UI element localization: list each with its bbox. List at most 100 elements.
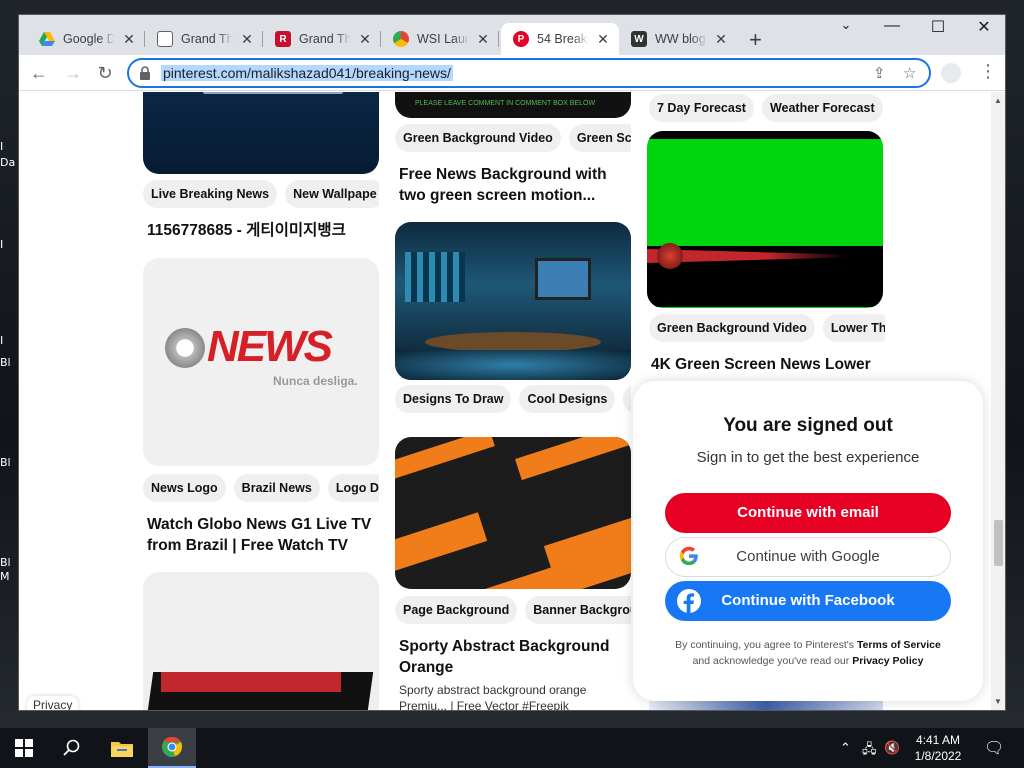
desktop-icon-label[interactable]: Bl	[0, 456, 18, 469]
desktop-icon-label[interactable]: I	[0, 140, 18, 153]
tag-chip[interactable]: 7 Day Forecast	[649, 94, 754, 122]
close-button[interactable]: ✕	[961, 17, 1007, 39]
pin-image-green-screen[interactable]	[647, 131, 883, 308]
desktop-icon-label[interactable]: I	[0, 334, 18, 347]
desktop-icon-label[interactable]: Da	[0, 156, 18, 169]
desktop-icon-label[interactable]: M	[0, 570, 18, 583]
tab-grand-theft-1[interactable]: Grand The ✕	[145, 23, 263, 55]
terms-of-service-link[interactable]: Terms of Service	[857, 639, 941, 651]
tag-chip[interactable]: Green Sc	[568, 124, 631, 152]
chrome-taskbar-icon[interactable]	[148, 728, 196, 768]
tab-ww-blog[interactable]: W WW blog ✕	[619, 23, 737, 55]
windows-start-icon[interactable]	[0, 728, 48, 768]
continue-with-facebook-button[interactable]: Continue with Facebook	[665, 581, 951, 621]
system-clock[interactable]: 4:41 AM 1/8/2022	[906, 732, 970, 764]
tab-grand-theft-2[interactable]: R Grand The ✕	[263, 23, 381, 55]
privacy-link[interactable]: Privacy	[27, 696, 79, 710]
tab-close-icon[interactable]: ✕	[713, 31, 729, 48]
legal-text-pre: By continuing, you agree to Pinterest's	[675, 639, 855, 651]
globo-logo-icon	[165, 328, 205, 368]
pin-tags: Designs To Draw Cool Designs G ›	[395, 385, 631, 413]
tag-chip[interactable]: News Logo	[143, 474, 226, 502]
notification-icon[interactable]: 🗨	[984, 738, 1004, 758]
tag-chip[interactable]: Brazil News	[233, 474, 320, 502]
tab-label: WW blog	[655, 32, 706, 46]
pin-image-news-lower[interactable]	[143, 572, 379, 710]
tab-label: WSI Launc	[417, 32, 469, 46]
forward-arrow-icon[interactable]: →	[61, 61, 85, 85]
volume-muted-icon[interactable]: 🔇	[884, 740, 900, 756]
tag-chip[interactable]: Cool Designs	[519, 385, 616, 413]
page-scrollbar[interactable]: ▲ ▼	[991, 92, 1005, 710]
share-icon[interactable]: ⇪	[873, 64, 886, 82]
scroll-thumb[interactable]	[994, 520, 1003, 566]
pin-tags: Green Background Video Lower Th ›	[649, 314, 885, 342]
pin-title[interactable]: 1156778685 - 게티이미지뱅크	[147, 220, 377, 241]
pin-image-globo-news[interactable]: NEWS Nunca desliga.	[143, 258, 379, 466]
pin-tags: Live Breaking News New Wallpape ›	[143, 180, 379, 208]
profile-avatar-icon[interactable]	[941, 63, 961, 83]
tab-label: Google Dr	[63, 32, 115, 46]
pin-image-news-studio[interactable]	[395, 222, 631, 380]
tab-close-icon[interactable]: ✕	[239, 31, 255, 48]
file-explorer-icon[interactable]	[98, 728, 146, 768]
tab-wsi[interactable]: WSI Launc ✕	[381, 23, 499, 55]
news-logo-tagline: Nunca desliga.	[273, 374, 358, 388]
pin-title[interactable]: Sporty Abstract Background Orange	[399, 636, 631, 678]
new-tab-button[interactable]: +	[749, 27, 762, 53]
tab-close-icon[interactable]: ✕	[121, 31, 137, 48]
tab-close-icon[interactable]: ✕	[595, 31, 611, 48]
legal-text-mid: and acknowledge you've read our	[692, 655, 850, 667]
tag-chip[interactable]: New Wallpape	[285, 180, 379, 208]
back-arrow-icon[interactable]: ←	[27, 61, 51, 85]
tag-chip[interactable]: Weather Forecast	[761, 94, 883, 122]
minimize-button[interactable]: —	[869, 17, 915, 39]
tag-chip[interactable]: Green Background Video	[395, 124, 561, 152]
continue-with-google-button[interactable]: Continue with Google	[665, 537, 951, 577]
signed-out-modal: You are signed out Sign in to get the be…	[633, 381, 983, 701]
chevron-up-icon[interactable]: ⌃	[840, 740, 851, 756]
pin-image-sporty-orange[interactable]	[395, 437, 631, 589]
tag-chip[interactable]: G	[623, 385, 631, 413]
search-icon[interactable]	[48, 728, 96, 768]
pin-image-comment-banner[interactable]: PLEASE LEAVE COMMENT IN COMMENT BOX BELO…	[395, 92, 631, 118]
google-button-label: Continue with Google	[736, 548, 880, 565]
pin-description: Sporty abstract background orange Premiu…	[399, 683, 587, 710]
pin-image-breaking-news[interactable]	[143, 92, 379, 174]
pin-title[interactable]: Free News Background with two green scre…	[399, 164, 631, 206]
tag-chip[interactable]: Page Background	[395, 596, 518, 624]
kebab-menu-icon[interactable]: ⋮	[979, 61, 997, 82]
tab-search-icon[interactable]: ⌄	[823, 17, 869, 39]
news-logo-text: NEWS	[207, 322, 333, 371]
clock-time: 4:41 AM	[915, 733, 961, 747]
scroll-up-icon[interactable]: ▲	[994, 96, 1002, 105]
tab-close-icon[interactable]: ✕	[475, 31, 491, 48]
tab-close-icon[interactable]: ✕	[357, 31, 373, 48]
desktop-icon-label[interactable]: Bl	[0, 556, 18, 569]
tag-chip[interactable]: Banner Backgrou	[525, 596, 631, 624]
privacy-policy-link[interactable]: Privacy Policy	[852, 655, 923, 667]
tag-chip[interactable]: Designs To Draw	[395, 385, 512, 413]
tag-chip[interactable]: Lower Th	[822, 314, 885, 342]
pin-title[interactable]: 4K Green Screen News Lower	[651, 354, 883, 375]
tab-pinterest-active[interactable]: P 54 Breakin ✕	[501, 23, 619, 55]
address-bar[interactable]: pinterest.com/malikshazad041/breaking-ne…	[127, 58, 931, 88]
desktop-icon-label[interactable]: Bl	[0, 356, 18, 369]
network-icon[interactable]: 🖧	[862, 740, 877, 762]
scroll-down-icon[interactable]: ▼	[994, 697, 1002, 706]
desktop-icon-label[interactable]: I	[0, 238, 18, 251]
lock-icon[interactable]	[139, 66, 151, 80]
tag-chip[interactable]: Live Breaking News	[143, 180, 278, 208]
modal-legal-text: By continuing, you agree to Pinterest's …	[653, 637, 963, 669]
url-text[interactable]: pinterest.com/malikshazad041/breaking-ne…	[161, 65, 453, 81]
tag-chip[interactable]: Logo De	[327, 474, 379, 502]
ww-icon: W	[631, 31, 647, 47]
page-icon	[157, 31, 173, 47]
tag-chip[interactable]: Green Background Video	[649, 314, 815, 342]
maximize-button[interactable]: ☐	[915, 17, 961, 39]
reload-icon[interactable]: ↻	[93, 61, 117, 85]
tab-google-drive[interactable]: Google Dr ✕	[27, 23, 145, 55]
bookmark-star-icon[interactable]: ☆	[903, 64, 916, 82]
pin-title[interactable]: Watch Globo News G1 Live TV from Brazil …	[147, 514, 379, 556]
continue-with-email-button[interactable]: Continue with email	[665, 493, 951, 533]
